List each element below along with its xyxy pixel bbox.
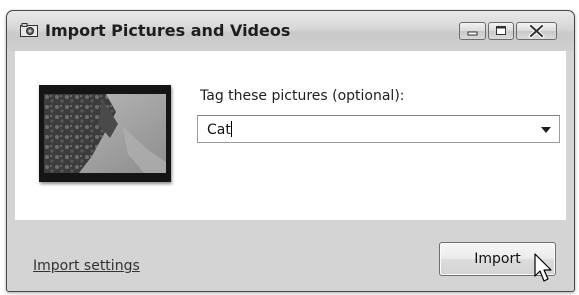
tag-input-value: Cat: [207, 122, 231, 138]
import-dialog: Import Pictures and Videos Tag these pic…: [6, 10, 575, 292]
window-title: Import Pictures and Videos: [45, 21, 291, 40]
close-icon: [528, 23, 545, 39]
import-settings-link[interactable]: Import settings: [33, 258, 140, 274]
footer-bar: Import settings Import: [7, 220, 574, 291]
tag-label: Tag these pictures (optional):: [200, 88, 405, 104]
maximize-icon: [496, 26, 506, 35]
minimize-button[interactable]: [459, 22, 486, 40]
tag-input[interactable]: Cat: [207, 121, 232, 138]
title-bar[interactable]: Import Pictures and Videos: [7, 11, 574, 51]
content-area: Tag these pictures (optional): Cat: [15, 51, 566, 220]
minimize-icon: [467, 31, 478, 36]
mouse-pointer-icon: [534, 253, 552, 282]
text-caret: [230, 121, 232, 137]
video-thumbnail: [39, 85, 171, 182]
thumbnail-image: [44, 94, 166, 173]
camera-icon: [20, 23, 38, 37]
chevron-down-icon[interactable]: [541, 127, 551, 133]
close-button[interactable]: [516, 22, 557, 40]
maximize-button[interactable]: [488, 22, 514, 40]
tag-combobox[interactable]: Cat: [197, 115, 560, 143]
